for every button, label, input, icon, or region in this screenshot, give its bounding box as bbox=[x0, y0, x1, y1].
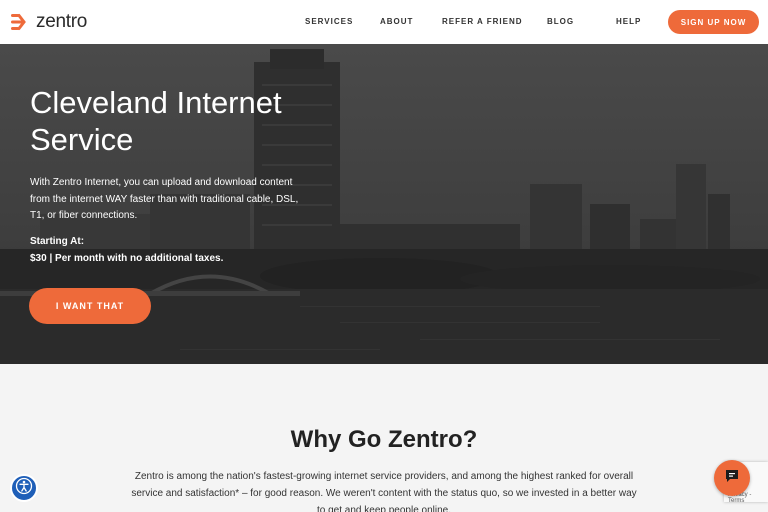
accessibility-icon bbox=[15, 477, 33, 500]
nav-item-services[interactable]: SERVICES bbox=[305, 17, 353, 26]
price-text: $30 | Per month with no additional taxes… bbox=[30, 253, 224, 264]
hero-section: Cleveland Internet Service With Zentro I… bbox=[0, 44, 768, 364]
zentro-logo[interactable]: zentro bbox=[10, 11, 87, 33]
section-body: Zentro is among the nation's fastest-gro… bbox=[131, 471, 637, 512]
logo-mark-icon bbox=[10, 11, 32, 33]
hero-description: With Zentro Internet, you can upload and… bbox=[30, 177, 299, 221]
hero-title: Cleveland Internet Service bbox=[30, 85, 282, 157]
chat-button[interactable] bbox=[714, 460, 750, 496]
section-title: Why Go Zentro? bbox=[290, 426, 478, 453]
nav-item-help[interactable]: HELP bbox=[616, 17, 641, 26]
nav-item-blog[interactable]: BLOG bbox=[547, 17, 574, 26]
chat-icon bbox=[724, 468, 740, 489]
site-header: zentro SERVICES ABOUT REFER A FRIEND BLO… bbox=[0, 0, 768, 44]
i-want-that-button[interactable]: I WANT THAT bbox=[29, 288, 151, 324]
nav-item-about[interactable]: ABOUT bbox=[380, 17, 413, 26]
brand-name: zentro bbox=[36, 11, 88, 32]
sign-up-now-button[interactable]: SIGN UP NOW bbox=[668, 10, 759, 34]
price-label: Starting At: bbox=[30, 236, 85, 247]
nav-item-refer-a-friend[interactable]: REFER A FRIEND bbox=[442, 17, 523, 26]
accessibility-button[interactable] bbox=[10, 474, 38, 502]
why-zentro-section: Why Go Zentro? Zentro is among the natio… bbox=[0, 364, 768, 512]
